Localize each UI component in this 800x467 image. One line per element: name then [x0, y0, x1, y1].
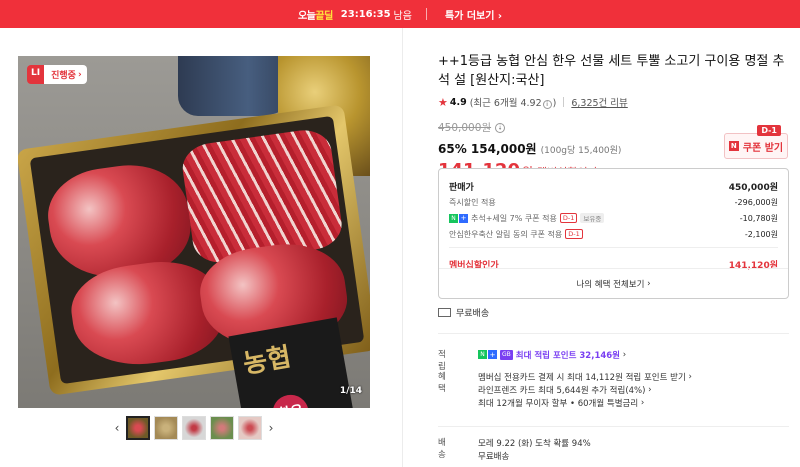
- thumbnail[interactable]: [210, 416, 234, 440]
- d1-badge: D-1: [757, 125, 781, 136]
- unit-price: (100g당 15,400원): [540, 146, 622, 156]
- review-count-link[interactable]: 6,325건 리뷰: [571, 95, 627, 109]
- benefit-link[interactable]: 멤버십 전용카드 결제 시 최대 14,112원 적립 포인트 받기 ›: [478, 370, 778, 383]
- deal-banner[interactable]: 오늘끝딜 23:16:35 남음 특가 더보기 ›: [0, 0, 800, 28]
- chevron-right-icon: ›: [688, 371, 692, 382]
- naver-icon: N: [478, 350, 487, 359]
- chevron-right-icon[interactable]: ›: [264, 421, 278, 435]
- chevron-right-icon: ›: [622, 349, 627, 360]
- chevron-right-icon: ›: [647, 278, 651, 289]
- thumbnail[interactable]: [154, 416, 178, 440]
- chevron-right-icon: ›: [497, 10, 503, 22]
- thumbnail[interactable]: [238, 416, 262, 440]
- divider: [438, 426, 789, 427]
- thumbnail-strip: ‹ ›: [110, 416, 278, 440]
- n-icon: N: [728, 141, 739, 151]
- rating-row: ★ 4.9 (최근 6개월 4.92 i) 6,325건 리뷰: [438, 95, 790, 109]
- rating-score: 4.9: [449, 96, 467, 108]
- info-icon: i: [542, 100, 552, 109]
- product-title: ++1등급 농협 안심 한우 선물 세트 투뿔 소고기 구이용 명절 추석 설 …: [438, 54, 785, 88]
- divider: [449, 247, 778, 248]
- divider: [425, 8, 427, 20]
- price-breakdown: 판매가 450,000원 즉시할인 적용 -296,000원 N + 추석+세일 …: [438, 168, 789, 299]
- chevron-right-icon: ›: [77, 69, 82, 80]
- divider: [402, 28, 403, 467]
- product-image[interactable]: 농협 한우 LI 진행중› 1/14: [18, 56, 370, 408]
- benefit-link[interactable]: 라인프렌즈 카드 최대 5,644원 추가 적립(4%) ›: [478, 383, 778, 396]
- deal-timer: 23:16:35: [340, 8, 391, 20]
- chevron-right-icon: ›: [640, 397, 645, 408]
- divider: [563, 97, 565, 107]
- product-info: ++1등급 농협 안심 한우 선물 세트 투뿔 소고기 구이용 명절 추석 설 …: [438, 52, 790, 181]
- chevron-left-icon[interactable]: ‹: [110, 421, 124, 435]
- deal-timer-suffix: 남음: [393, 10, 412, 22]
- sale-price-row: 판매가 450,000원: [449, 182, 778, 193]
- shipping-row: 무료배송: [438, 306, 489, 319]
- rating-recent: (최근 6개월 4.92 i): [469, 98, 557, 109]
- truck-icon: [438, 308, 451, 317]
- breakdown-row: 즉시할인 적용 -296,000원: [449, 197, 778, 207]
- points-link[interactable]: N + GB 최대 적립 포인트 32,146원 ›: [478, 348, 778, 361]
- info-icon[interactable]: i: [495, 122, 506, 133]
- plus-icon: +: [459, 213, 468, 223]
- naver-icon: N: [449, 213, 458, 223]
- more-deals-link[interactable]: 특가 더보기 ›: [445, 7, 502, 22]
- thumbnail[interactable]: [126, 416, 150, 440]
- image-counter: 1/14: [339, 386, 362, 396]
- deal-logo: 오늘끝딜: [297, 10, 333, 22]
- breakdown-row: N + 추석+세일 7% 쿠폰 적용 D-1 보유중 -10,780원: [449, 210, 778, 226]
- coupon-button[interactable]: D-1 N 쿠폰 받기: [724, 125, 788, 159]
- live-badge[interactable]: LI 진행중 ›: [27, 65, 87, 84]
- breakdown-row: 안심한우축산 알림 동의 쿠폰 적용 D-1 -2,100원: [449, 229, 778, 239]
- benefit-link[interactable]: 최대 12개월 무이자 할부 • 60개월 특별금리 ›: [478, 396, 778, 409]
- chevron-right-icon: ›: [648, 384, 652, 395]
- divider: [438, 333, 789, 334]
- plus-icon: +: [488, 350, 497, 359]
- thumbnail[interactable]: [182, 416, 206, 440]
- star-icon: ★: [438, 95, 448, 109]
- all-benefits-button[interactable]: 나의 혜택 전체보기 ›: [439, 268, 788, 298]
